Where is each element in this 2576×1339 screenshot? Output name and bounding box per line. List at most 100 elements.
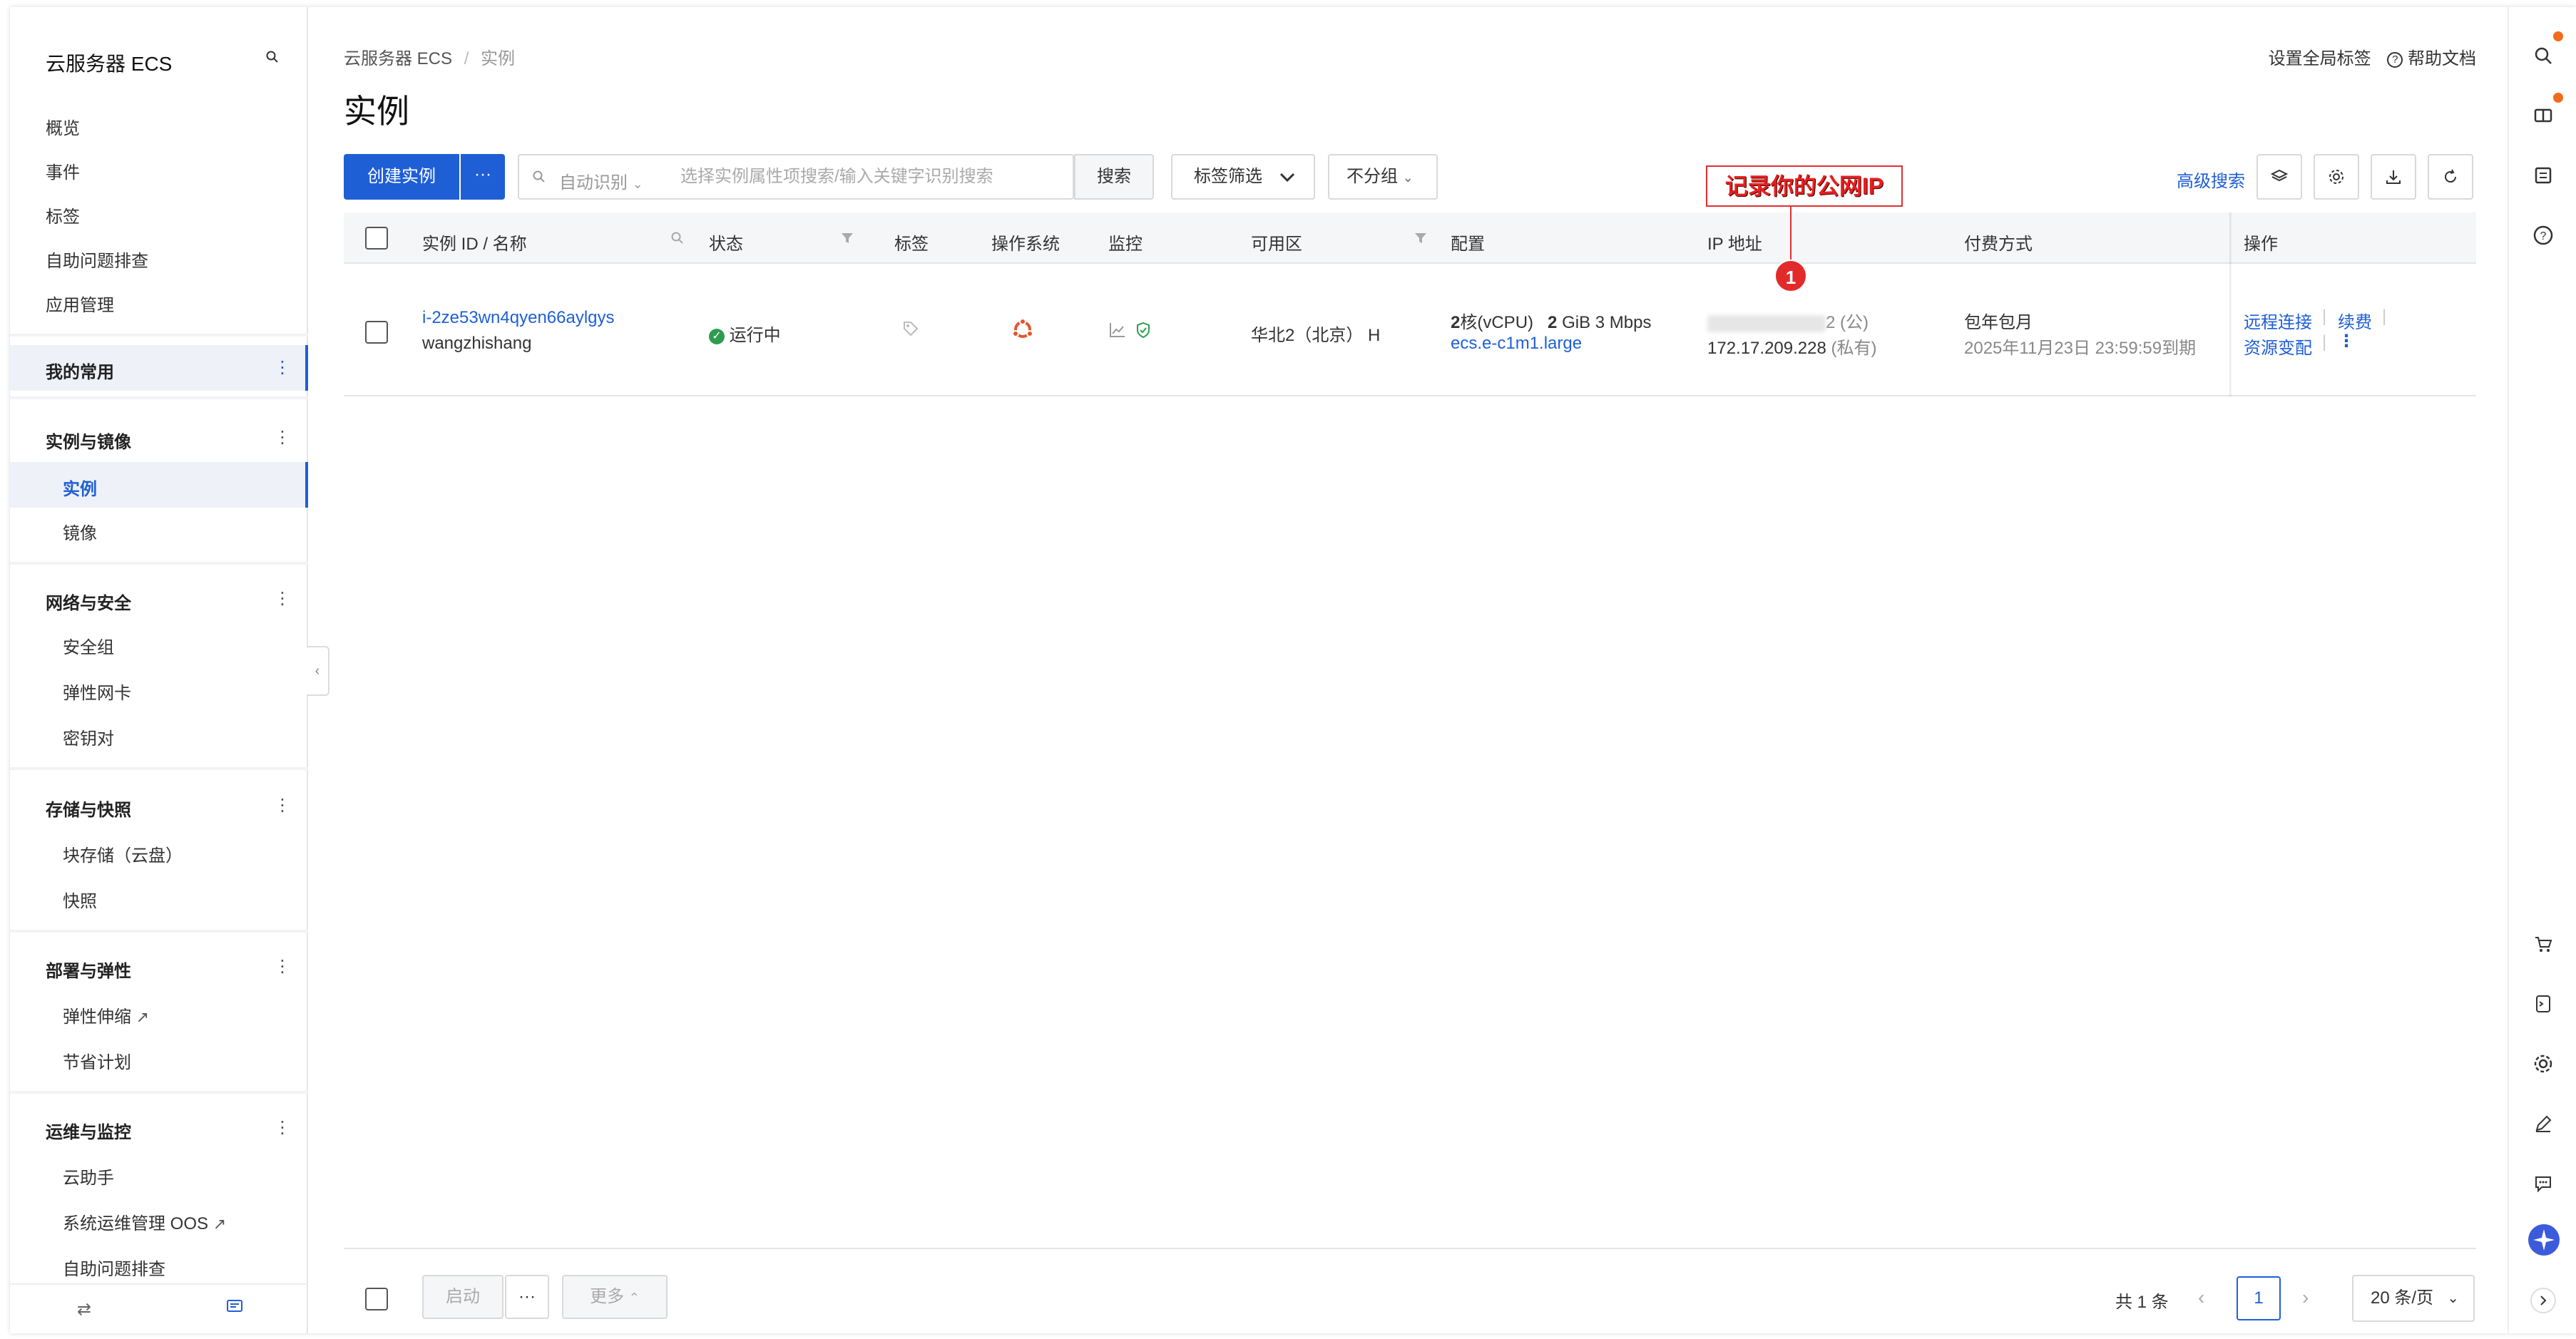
search-icon[interactable] [265, 50, 280, 68]
sidebar-item-app-manage[interactable]: 应用管理 [46, 291, 114, 316]
sidebar-item-favorites[interactable]: 我的常用 [46, 358, 114, 383]
assistant-icon[interactable] [2528, 1223, 2560, 1256]
sidebar-item-self-diagnose[interactable]: 自助问题排查 [46, 247, 148, 272]
search-type-select[interactable]: 自动识别 ⌄ [559, 168, 643, 193]
sidebar-item-cloud-assistant[interactable]: 云助手 [63, 1164, 114, 1189]
right-rail: ? [2508, 7, 2576, 1333]
breadcrumb-separator: / [464, 49, 469, 68]
refresh-icon-button[interactable] [2428, 154, 2473, 200]
more-vertical-icon[interactable]: ⋮ [274, 1119, 291, 1137]
sidebar-item-instances-bg [10, 462, 308, 508]
page-size-select[interactable]: 20 条/页 ⌄ [2352, 1275, 2475, 1322]
sidebar-item-key-pairs[interactable]: 密钥对 [63, 724, 114, 749]
divider: | [2322, 332, 2327, 352]
tag-filter-dropdown[interactable]: 标签筛选 [1171, 154, 1315, 200]
filter-icon[interactable] [1414, 231, 1428, 249]
gear-icon[interactable] [2530, 1051, 2556, 1077]
more-vertical-icon[interactable]: ⋮ [274, 429, 291, 446]
annotation-step-badge: 1 [1774, 260, 1807, 292]
set-global-tags-link[interactable]: 设置全局标签 [2269, 49, 2371, 68]
footer-select-all-checkbox[interactable] [365, 1288, 388, 1310]
sidebar-footer: ⇄ [10, 1283, 308, 1333]
filter-icon[interactable] [840, 231, 854, 249]
list-icon[interactable] [2530, 163, 2556, 188]
public-ip-tail: 2 (公) [1826, 313, 1869, 332]
help-icon[interactable]: ? [2530, 222, 2556, 248]
create-instance-button[interactable]: 创建实例 [344, 154, 459, 200]
sidebar-group-instances[interactable]: 实例与镜像 [46, 428, 131, 453]
sidebar-item-tags[interactable]: 标签 [46, 202, 80, 227]
start-button[interactable]: 启动 [422, 1275, 504, 1319]
breadcrumb-root[interactable]: 云服务器 ECS [344, 49, 452, 68]
remote-connect-link[interactable]: 远程连接 [2244, 308, 2312, 333]
sidebar-item-overview[interactable]: 概览 [46, 114, 80, 139]
sidebar-item-auto-scaling[interactable]: 弹性伸缩 ↗ [63, 1002, 149, 1027]
svg-text:?: ? [2540, 230, 2547, 242]
group-select[interactable]: 不分组 ⌄ [1328, 154, 1438, 200]
group-select-label: 不分组 [1346, 167, 1398, 186]
advanced-search-link[interactable]: 高级搜索 [2177, 167, 2245, 192]
book-icon[interactable] [2530, 103, 2556, 128]
annotation-pointer [1790, 207, 1792, 260]
more-vertical-icon[interactable]: ⋮ [274, 958, 291, 975]
search-button[interactable]: 搜索 [1074, 154, 1154, 200]
more-vertical-icon[interactable]: ⋮ [274, 590, 291, 607]
more-dropdown-button[interactable]: 更多 ⌃ [562, 1275, 668, 1319]
tag-icon[interactable] [901, 319, 920, 343]
sidebar-item-self-diagnose-2[interactable]: 自助问题排查 [63, 1255, 165, 1280]
next-page-icon[interactable]: › [2302, 1286, 2309, 1309]
prev-page-icon[interactable]: ‹ [2198, 1286, 2204, 1309]
resize-link[interactable]: 资源变配 [2244, 334, 2312, 359]
more-vertical-icon[interactable]: ⋮ [274, 359, 291, 376]
download-icon-button[interactable] [2371, 154, 2416, 200]
ubuntu-os-icon [1011, 318, 1034, 346]
page-title: 实例 [344, 93, 409, 130]
more-vertical-icon[interactable]: ⋮ [274, 797, 291, 814]
search-icon [532, 170, 546, 188]
chat-icon[interactable] [2530, 1171, 2556, 1196]
more-actions-icon[interactable]: ⋮ [2338, 331, 2355, 352]
search-icon[interactable] [670, 231, 685, 249]
select-all-checkbox[interactable] [365, 227, 388, 250]
expand-rail-icon[interactable] [2530, 1288, 2556, 1313]
sidebar-item-eni[interactable]: 弹性网卡 [63, 679, 131, 704]
sidebar-item-oos[interactable]: 系统运维管理 OOS ↗ [63, 1209, 226, 1234]
chart-line-icon[interactable] [1108, 321, 1127, 344]
switch-icon[interactable]: ⇄ [77, 1299, 91, 1320]
sidebar-item-savings-plan[interactable]: 节省计划 [63, 1048, 131, 1073]
billing-type: 包年包月 [1964, 313, 2033, 332]
sidebar-item-block-storage[interactable]: 块存储（云盘） [63, 841, 183, 866]
settings-icon-button[interactable] [2314, 154, 2359, 200]
terminal-icon[interactable] [2530, 991, 2556, 1017]
cart-icon[interactable] [2530, 931, 2556, 957]
sidebar-item-events[interactable]: 事件 [46, 158, 80, 183]
edit-icon[interactable] [2530, 1111, 2556, 1137]
sidebar-item-instances[interactable]: 实例 [63, 475, 97, 500]
layers-icon-button[interactable] [2256, 154, 2302, 200]
renew-link[interactable]: 续费 [2338, 308, 2372, 333]
help-docs-link[interactable]: ? 帮助文档 [2387, 49, 2476, 68]
pager-total: 共 1 条 [2115, 1293, 2169, 1312]
create-more-button[interactable]: ··· [461, 154, 505, 200]
sidebar-item-images[interactable]: 镜像 [63, 519, 97, 544]
col-billing: 付费方式 [1964, 235, 2033, 254]
footer-more-dots-button[interactable]: ··· [505, 1275, 549, 1319]
sidebar-item-security-groups[interactable]: 安全组 [63, 633, 114, 658]
pager-current[interactable]: 1 [2237, 1276, 2281, 1320]
row-checkbox[interactable] [365, 321, 388, 344]
chevron-up-icon: ⌃ [628, 1291, 640, 1305]
shield-check-icon[interactable] [1134, 321, 1152, 344]
sidebar-item-snapshots[interactable]: 快照 [63, 887, 97, 912]
sidebar-collapse-button[interactable]: ‹ [307, 646, 329, 696]
divider: | [2322, 307, 2327, 326]
instance-type-link[interactable]: ecs.e-c1m1.large [1451, 334, 1582, 354]
sidebar-group-deploy[interactable]: 部署与弹性 [46, 957, 131, 982]
message-icon[interactable] [225, 1298, 244, 1320]
search-icon[interactable] [2530, 43, 2556, 68]
table-header: 实例 ID / 名称 状态 标签 操作系统 监控 可用区 配置 IP 地址 付费… [344, 212, 2476, 264]
instance-id-link[interactable]: i-2ze53wn4qyen66aylgys [422, 308, 615, 328]
sidebar-group-network[interactable]: 网络与安全 [46, 589, 131, 614]
sidebar-group-storage[interactable]: 存储与快照 [46, 796, 131, 821]
sidebar-group-ops[interactable]: 运维与监控 [46, 1118, 131, 1143]
search-input[interactable] [680, 155, 1065, 198]
